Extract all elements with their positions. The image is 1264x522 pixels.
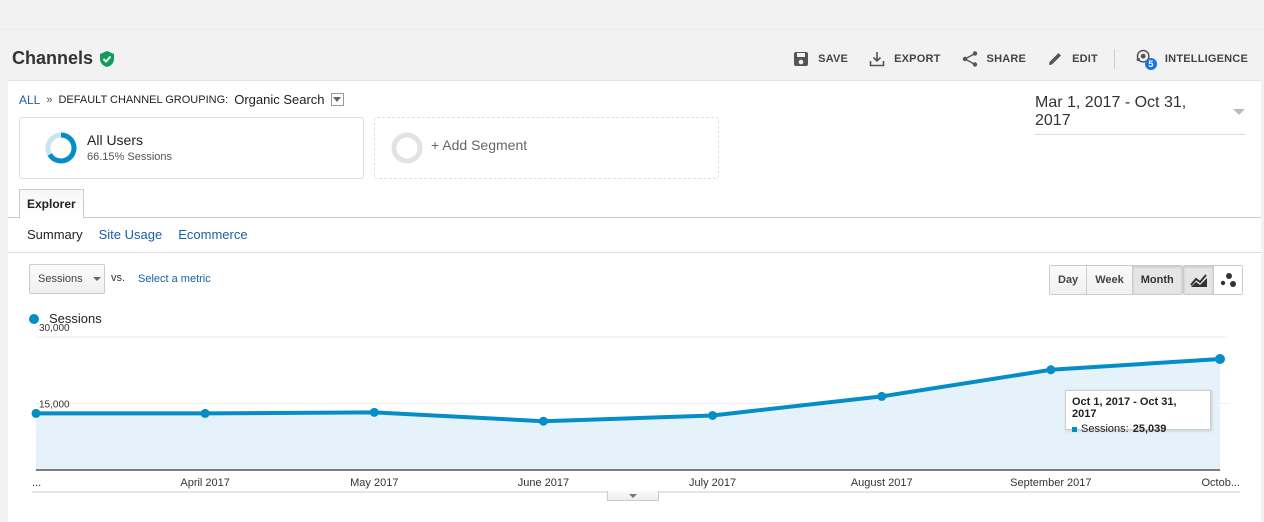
report-tabs: Explorer <box>8 189 1261 219</box>
subtab-summary[interactable]: Summary <box>27 227 83 242</box>
data-point <box>708 410 718 420</box>
intelligence-badge: 5 <box>1144 58 1157 70</box>
motion-chart-button[interactable] <box>1213 266 1242 294</box>
segment-donut-icon <box>45 132 77 164</box>
save-button[interactable]: SAVE <box>792 50 848 68</box>
subtab-site-usage[interactable]: Site Usage <box>99 227 163 242</box>
page-title-text: Channels <box>12 48 94 68</box>
tooltip-value: 25,039 <box>1132 423 1167 435</box>
subtab-ecommerce[interactable]: Ecommerce <box>178 227 247 242</box>
chart-tooltip: Oct 1, 2017 - Oct 31, 2017 Sessions: 25,… <box>1065 390 1211 435</box>
add-segment-label: + Add Segment <box>431 137 528 153</box>
x-tick-label: August 2017 <box>851 477 913 489</box>
tooltip-title: Oct 1, 2017 - Oct 31, 2017 <box>1072 396 1177 420</box>
top-band <box>0 0 1264 30</box>
breadcrumb-value: Organic Search <box>234 92 325 107</box>
line-chart-button[interactable] <box>1184 266 1213 294</box>
chevron-down-icon <box>92 277 101 281</box>
save-icon <box>794 52 809 66</box>
share-button[interactable]: SHARE <box>961 50 1027 68</box>
tab-explorer[interactable]: Explorer <box>19 189 84 219</box>
month-button[interactable]: Month <box>1131 266 1182 294</box>
vs-label: vs. <box>111 272 126 284</box>
tooltip-series-marker <box>1072 426 1077 432</box>
chart-expand-handle[interactable] <box>607 491 659 501</box>
x-tick-label: May 2017 <box>350 477 398 489</box>
data-point <box>877 391 887 401</box>
breadcrumb: ALL » DEFAULT CHANNEL GROUPING: Organic … <box>19 92 344 107</box>
x-tick-label: ... <box>32 477 41 489</box>
breadcrumb-all-link[interactable]: ALL <box>19 93 40 107</box>
page-title: Channels <box>12 48 115 69</box>
x-tick-label: April 2017 <box>180 477 230 489</box>
intelligence-label: INTELLIGENCE <box>1164 53 1248 65</box>
explorer-subtabs: Summary Site Usage Ecommerce <box>27 227 248 242</box>
export-button[interactable]: EXPORT <box>868 50 940 68</box>
actions-divider <box>1113 49 1115 69</box>
empty-segment-icon <box>391 132 423 164</box>
period-toggle: Day Week Month <box>1049 265 1183 295</box>
tooltip-row: Sessions: 25,039 <box>1072 423 1204 435</box>
segment-all-users[interactable]: All Users 66.15% Sessions <box>19 117 364 179</box>
line-chart-icon <box>1189 274 1207 287</box>
breadcrumb-dropdown-icon[interactable] <box>330 93 344 106</box>
data-point <box>1046 365 1056 375</box>
edit-label: EDIT <box>1072 53 1098 65</box>
edit-button[interactable]: EDIT <box>1046 50 1098 68</box>
select-metric-link[interactable]: Select a metric <box>138 273 211 285</box>
y-tick-label: 15,000 <box>39 400 70 411</box>
breadcrumb-separator: » <box>46 93 53 106</box>
report-actions: SAVE EXPORT SHARE EDIT 5 INTELLIGENCE <box>772 48 1248 70</box>
date-range-picker[interactable]: Mar 1, 2017 - Oct 31, 2017 <box>1035 94 1245 135</box>
data-point <box>538 416 548 426</box>
chevron-down-icon <box>1233 109 1245 115</box>
week-button[interactable]: Week <box>1086 266 1132 294</box>
subtabs-divider <box>8 252 1261 253</box>
x-tick-label: September 2017 <box>1010 477 1091 489</box>
x-tick-label: June 2017 <box>518 477 569 489</box>
export-label: EXPORT <box>894 53 941 65</box>
segment-share: 66.15% Sessions <box>87 151 172 163</box>
intelligence-button[interactable]: 5 INTELLIGENCE <box>1135 48 1248 70</box>
x-tick-label: Octob... <box>1201 477 1240 489</box>
day-button[interactable]: Day <box>1050 266 1087 294</box>
download-icon <box>869 52 885 67</box>
segment-name: All Users <box>87 132 144 148</box>
report-panel: ALL » DEFAULT CHANNEL GROUPING: Organic … <box>8 80 1261 522</box>
share-label: SHARE <box>986 53 1027 65</box>
add-segment-button[interactable]: + Add Segment <box>374 117 719 179</box>
tooltip-label: Sessions: <box>1081 423 1129 435</box>
breadcrumb-dimension: DEFAULT CHANNEL GROUPING: <box>58 93 229 106</box>
save-label: SAVE <box>818 53 849 65</box>
metric-select-value: Sessions <box>38 273 83 285</box>
x-tick-label: July 2017 <box>689 477 736 489</box>
chart-type-toggle <box>1183 265 1243 295</box>
pencil-icon <box>1049 53 1062 65</box>
metric-select[interactable]: Sessions <box>29 264 105 294</box>
data-point <box>1215 353 1225 364</box>
date-range-text: Mar 1, 2017 - Oct 31, 2017 <box>1035 94 1187 129</box>
motion-chart-icon <box>1220 273 1236 287</box>
verified-shield-icon <box>100 50 115 67</box>
intelligence-icon: 5 <box>1135 48 1157 70</box>
data-point <box>369 407 379 417</box>
share-icon <box>962 51 977 67</box>
data-point <box>200 408 210 418</box>
data-point <box>31 408 41 418</box>
y-tick-label: 30,000 <box>39 323 70 334</box>
report-header: Channels SAVE EXPORT SHARE EDIT 5 INTELL… <box>0 40 1264 78</box>
